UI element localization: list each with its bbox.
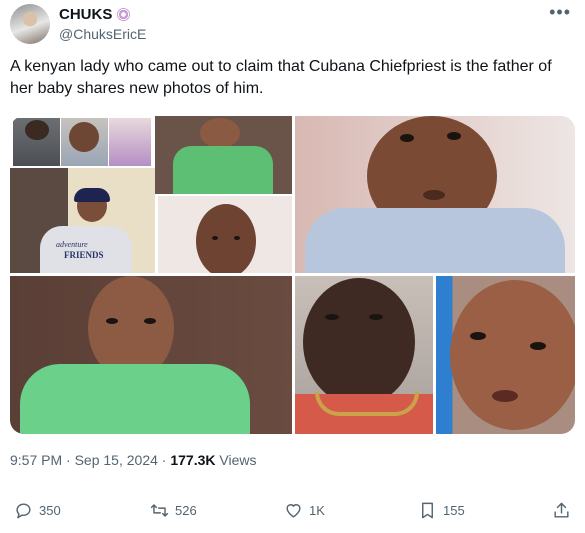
- photo-small-1: [13, 118, 60, 166]
- reply-count: 350: [39, 503, 61, 518]
- like-button[interactable]: 1K: [284, 501, 325, 520]
- retweet-icon: [150, 504, 169, 517]
- photo-baby-closeup[interactable]: [436, 276, 575, 434]
- author-name[interactable]: CHUKS: [59, 6, 112, 23]
- badge-icon: [117, 8, 131, 21]
- tweet-time[interactable]: 9:57 PM: [10, 452, 62, 468]
- avatar[interactable]: [10, 4, 50, 44]
- photo-baby-cap: adventure FRIENDS: [10, 168, 155, 273]
- bookmark-count: 155: [443, 503, 465, 518]
- photo-small-3: [109, 118, 151, 166]
- photo-collage-top-left[interactable]: adventure FRIENDS: [10, 116, 292, 273]
- retweet-count: 526: [175, 503, 197, 518]
- views-count: 177.3K: [170, 452, 216, 468]
- views-label: Views: [219, 452, 257, 468]
- photo-baby-closeup-small: [158, 196, 292, 273]
- photo-small-2: [61, 118, 108, 166]
- photo-green-shirt-small: [155, 116, 292, 194]
- reply-icon: [16, 503, 31, 519]
- more-icon[interactable]: •••: [549, 2, 571, 23]
- tweet-text: A kenyan lady who came out to claim that…: [10, 58, 552, 97]
- share-button[interactable]: [552, 501, 571, 520]
- media-grid[interactable]: adventure FRIENDS: [10, 116, 575, 434]
- heart-icon: [286, 504, 301, 518]
- tweet-date[interactable]: Sep 15, 2024: [75, 452, 158, 468]
- action-bar: 350 526 1K 155: [0, 495, 585, 529]
- photo-baby-green-shirt[interactable]: [10, 276, 292, 434]
- retweet-button[interactable]: 526: [150, 501, 197, 520]
- reply-button[interactable]: 350: [14, 501, 61, 520]
- photo-baby-large-top-right[interactable]: [295, 116, 575, 273]
- shirt-text-line1: adventure: [56, 240, 88, 249]
- photo-man[interactable]: [295, 276, 433, 434]
- dot-separator: ·: [66, 452, 71, 468]
- shirt-text-line2: FRIENDS: [64, 250, 104, 260]
- dot-separator-2: ·: [161, 452, 167, 468]
- bookmark-button[interactable]: 155: [418, 501, 465, 520]
- share-icon: [554, 502, 569, 518]
- tweet-header: CHUKS @ChuksEricE •••: [10, 2, 575, 44]
- author-name-row: CHUKS: [59, 6, 131, 23]
- like-count: 1K: [309, 503, 325, 518]
- tweet-timestamp-row: 9:57 PM · Sep 15, 2024 · 177.3K Views: [10, 452, 256, 468]
- bookmark-icon: [422, 502, 433, 519]
- author-handle[interactable]: @ChuksEricE: [59, 26, 146, 42]
